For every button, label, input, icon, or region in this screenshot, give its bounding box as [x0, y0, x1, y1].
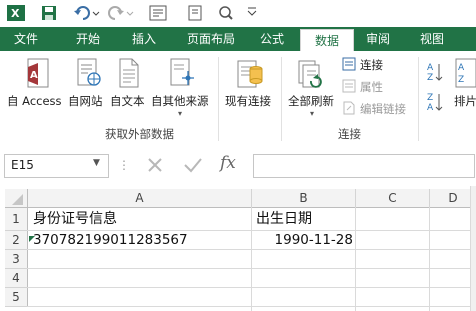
from-access-button[interactable]: 自 Access	[7, 93, 62, 109]
tab-formulas[interactable]: 公式	[250, 27, 294, 51]
properties-icon	[342, 79, 356, 96]
tab-home[interactable]: 开始	[62, 27, 114, 51]
select-all-corner[interactable]	[5, 189, 28, 208]
sort-az-icon[interactable]: AZ	[427, 61, 443, 86]
svg-text:A: A	[427, 103, 434, 113]
edit-links-icon	[342, 101, 356, 118]
connections-button[interactable]: 连接	[360, 57, 383, 73]
redo-icon[interactable]	[106, 3, 136, 23]
column-header-c[interactable]: C	[356, 189, 430, 208]
from-other-sources-button[interactable]: 自其他来源	[151, 93, 209, 109]
row-header-1[interactable]: 1	[5, 208, 28, 231]
existing-connections-icon	[236, 57, 264, 94]
sort-za-icon[interactable]: ZA	[427, 91, 443, 116]
dropdown-arrow-icon: ▾	[310, 109, 315, 118]
row-header-5[interactable]: 5	[5, 288, 28, 307]
cell-b1[interactable]: 出生日期	[256, 209, 312, 230]
separator	[418, 57, 419, 141]
dropdown-arrow-icon: ▾	[178, 109, 183, 118]
separator	[218, 57, 219, 141]
from-text-button[interactable]: 自文本	[110, 93, 145, 109]
text-file-icon	[117, 57, 141, 92]
svg-text:X: X	[11, 7, 20, 20]
name-box[interactable]: E15 ▼	[4, 154, 109, 178]
svg-text:Z: Z	[427, 93, 433, 103]
tab-data[interactable]: 数据	[300, 29, 354, 52]
svg-text:Z: Z	[427, 73, 433, 83]
ribbon: A 自 Access 自网站 自文本 自其他来源 ▾ 获取外部数据 现有连接 全…	[0, 51, 476, 147]
magnifier-icon[interactable]	[214, 3, 240, 23]
grid-line	[429, 207, 430, 311]
undo-icon[interactable]	[72, 3, 102, 23]
formula-bar-grip[interactable]: ⋮	[118, 156, 130, 174]
web-icon	[76, 57, 102, 92]
tab-view[interactable]: 视图	[410, 27, 454, 51]
svg-text:A: A	[30, 70, 38, 81]
enter-check-icon[interactable]	[181, 154, 205, 179]
access-icon: A	[24, 57, 50, 92]
refresh-all-button[interactable]: 全部刷新	[288, 93, 334, 109]
grid-line	[251, 207, 252, 311]
separator	[281, 57, 282, 141]
svg-text:Z: Z	[458, 75, 464, 85]
tab-page-layout[interactable]: 页面布局	[176, 27, 246, 51]
edit-links-button[interactable]: 编辑链接	[360, 101, 406, 117]
grid-line	[355, 207, 356, 311]
more-icon[interactable]	[244, 3, 260, 23]
quick-access-toolbar: X	[0, 0, 476, 27]
cancel-icon[interactable]	[144, 154, 166, 179]
connections-icon	[342, 57, 356, 74]
svg-text:A: A	[458, 63, 465, 73]
tab-review[interactable]: 审阅	[356, 27, 400, 51]
row-header-4[interactable]: 4	[5, 269, 28, 288]
sort-button[interactable]: 排片	[454, 93, 476, 109]
connections-group-label: 连接	[338, 127, 361, 141]
row-header-2[interactable]: 2	[5, 231, 28, 250]
excel-logo-icon: X	[6, 3, 26, 23]
print-preview-icon[interactable]	[184, 3, 208, 23]
row-header-3[interactable]: 3	[5, 250, 28, 269]
from-web-button[interactable]: 自网站	[68, 93, 103, 109]
existing-connections-button[interactable]: 现有连接	[225, 93, 271, 109]
formula-input[interactable]	[253, 154, 475, 178]
vertical-scrollbar[interactable]	[470, 186, 476, 311]
cell-b2[interactable]: 1990-11-28	[252, 231, 353, 249]
column-header-b[interactable]: B	[252, 189, 356, 208]
tab-insert[interactable]: 插入	[118, 27, 170, 51]
column-header-a[interactable]: A	[28, 189, 252, 208]
other-sources-icon	[168, 57, 198, 92]
cell-a2[interactable]: 370782199011283567	[33, 231, 188, 249]
form-icon[interactable]	[146, 3, 170, 23]
external-data-group-label: 获取外部数据	[105, 127, 174, 141]
cell-a1[interactable]: 身份证号信息	[33, 209, 117, 230]
sort-icon: AZ	[454, 57, 476, 92]
properties-button[interactable]: 属性	[360, 79, 383, 95]
insert-function-icon[interactable]: fx	[220, 153, 236, 173]
ribbon-tabs: 文件 开始 插入 页面布局 公式 数据 审阅 视图	[0, 27, 476, 52]
svg-text:A: A	[427, 63, 434, 73]
tab-file[interactable]: 文件	[0, 27, 52, 51]
name-box-value: E15	[11, 158, 34, 172]
refresh-all-icon	[297, 57, 327, 94]
save-icon[interactable]	[38, 3, 60, 23]
chevron-down-icon[interactable]: ▼	[93, 158, 100, 168]
